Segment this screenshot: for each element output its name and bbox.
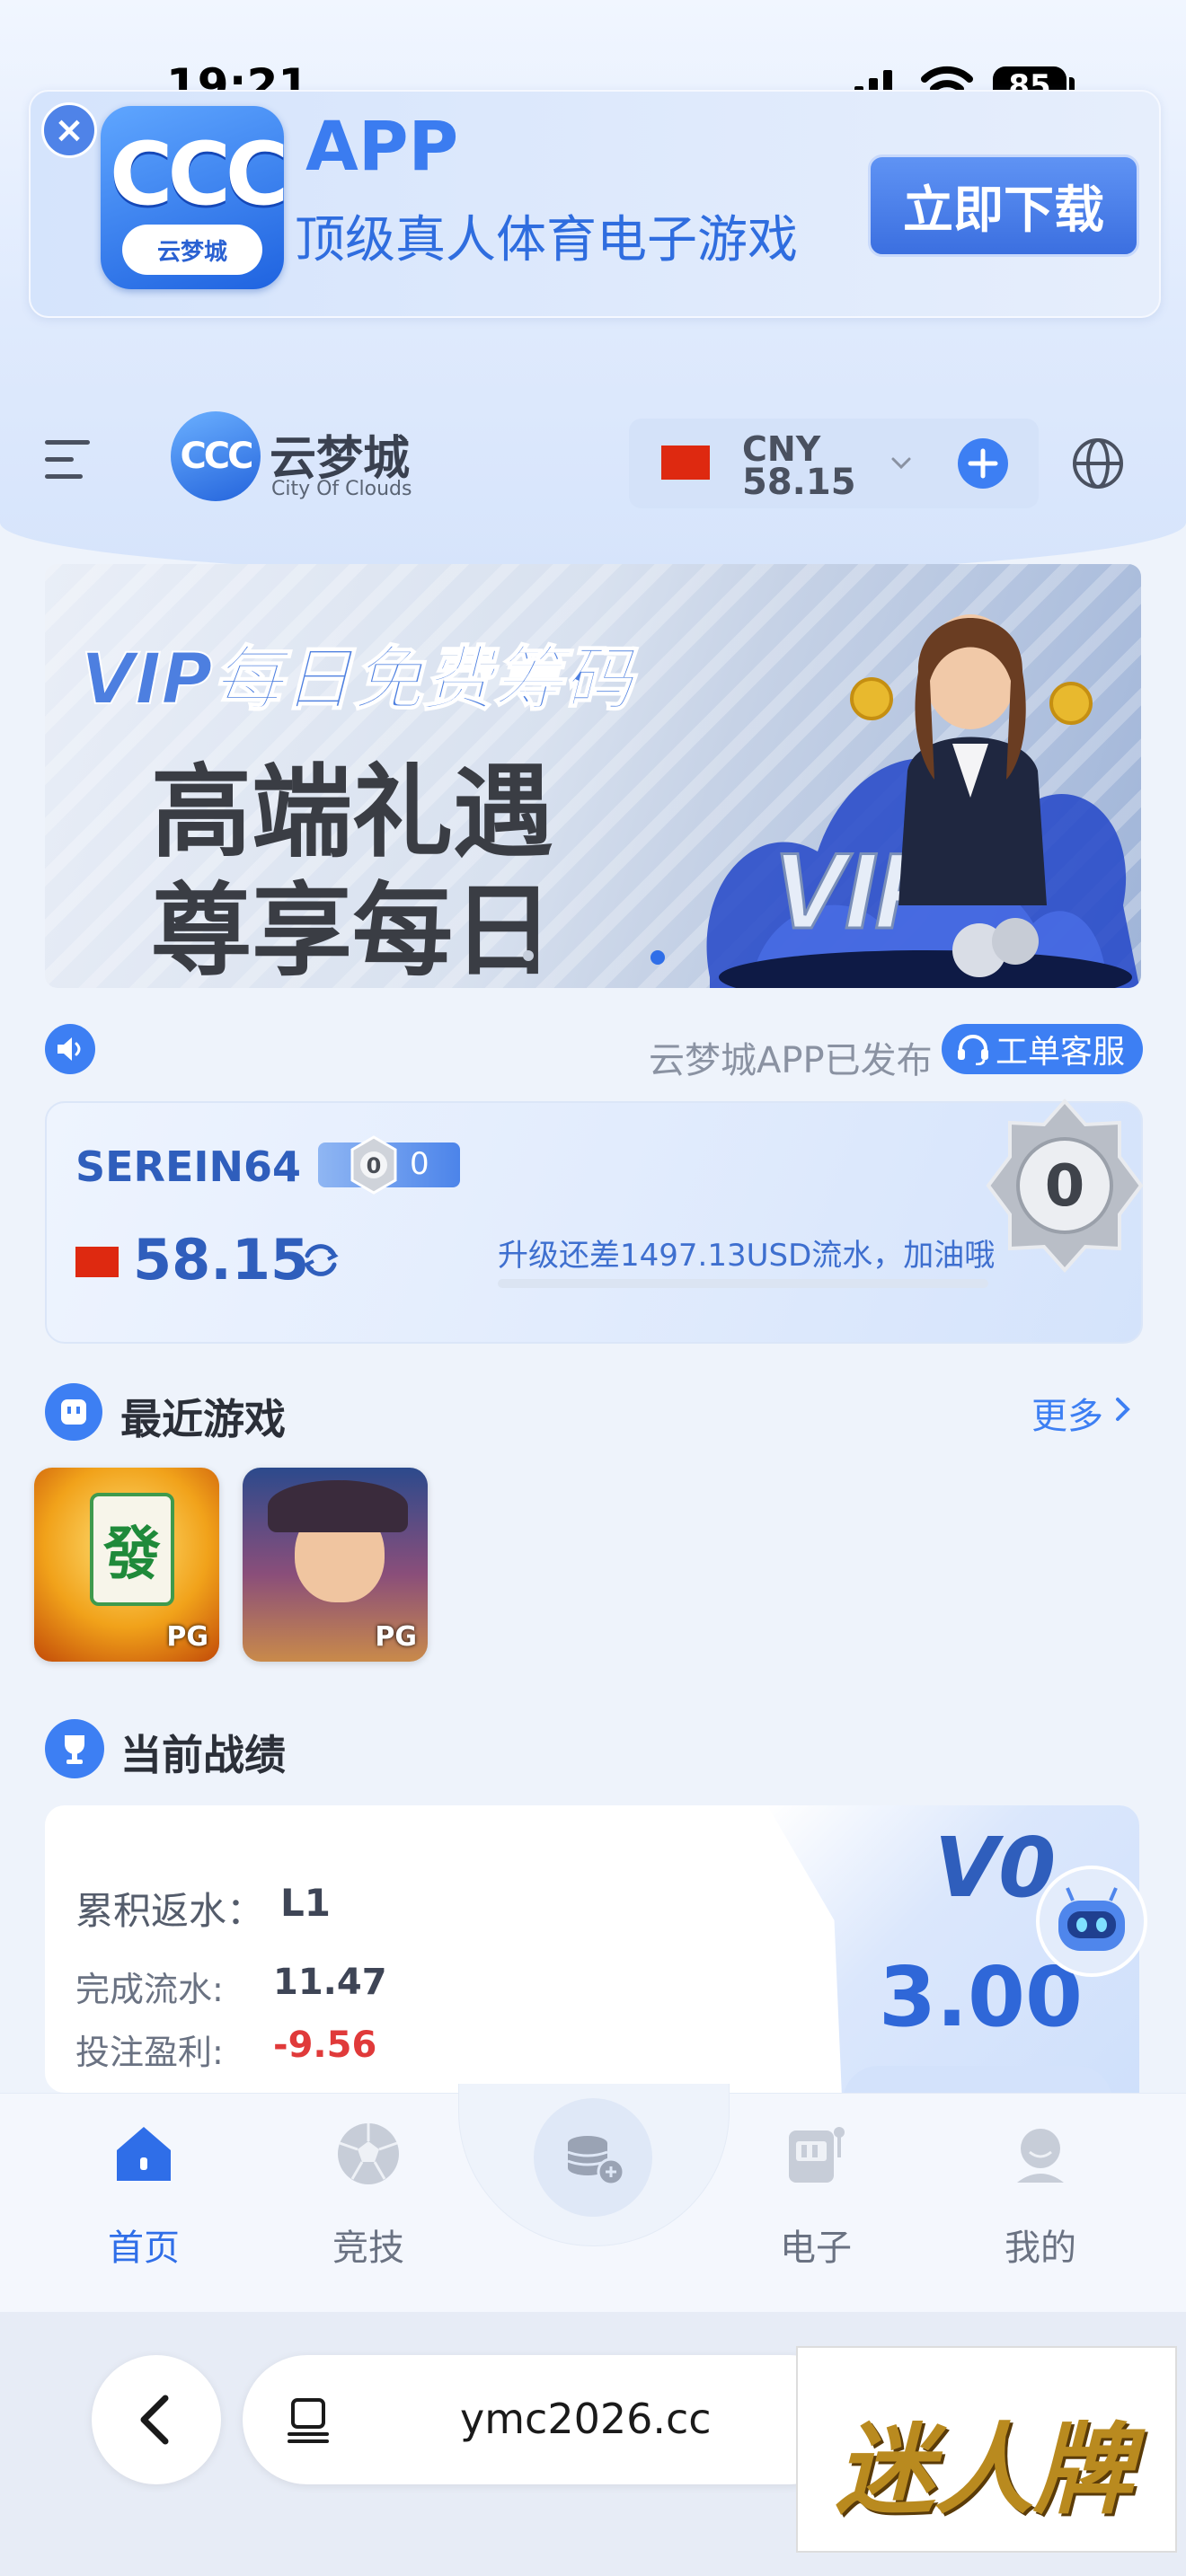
rebate-label: 累积返水：	[75, 1889, 265, 1933]
recent-games-title: 最近游戏	[120, 1395, 286, 1443]
game-tile-mahjong[interactable]: 發 PG	[34, 1468, 219, 1662]
close-icon[interactable]: ×	[41, 102, 97, 158]
flow-label: 完成流水:	[75, 1970, 224, 2009]
level-badge-icon: 0	[986, 1098, 1144, 1274]
upgrade-progress-track	[498, 1279, 988, 1288]
mahjong-tile-glyph: 發	[90, 1493, 174, 1606]
upgrade-hint: 升级还差1497.13USD流水，加油哦	[498, 1238, 996, 1274]
current-record-title: 当前战绩	[120, 1731, 286, 1779]
url-text: ymc2026.cc	[460, 2395, 712, 2443]
page-menu-icon[interactable]	[286, 2396, 331, 2443]
vip-badge-count: 0	[410, 1146, 429, 1182]
headset-icon	[958, 1035, 988, 1065]
promo-line-3: 尊享每日	[151, 873, 553, 988]
app-icon-subtitle: 云梦城	[122, 225, 262, 275]
level-value: 0	[1045, 1153, 1085, 1220]
china-flag-icon	[661, 446, 710, 480]
profit-label: 投注盈利:	[75, 2033, 224, 2072]
game-tile-pirate[interactable]: PG	[243, 1468, 428, 1662]
robot-assistant-icon[interactable]	[1033, 1865, 1150, 1978]
promo-banner[interactable]: VIP VIP每日免费筹码 高端礼遇 尊享每日	[45, 564, 1141, 988]
provider-label: PG	[375, 1621, 417, 1653]
logo-subtitle: City Of Clouds	[271, 478, 412, 500]
home-icon[interactable]	[108, 2118, 180, 2190]
currency-amount: 58.15	[742, 462, 856, 503]
rebate-value: L1	[280, 1881, 331, 1925]
chevron-left-icon	[140, 2395, 169, 2445]
tab-home[interactable]: 首页	[54, 2219, 234, 2271]
tab-sports[interactable]: 竞技	[279, 2219, 458, 2271]
refresh-icon[interactable]	[300, 1239, 341, 1281]
back-button[interactable]	[92, 2355, 221, 2484]
watermark-logo: 迷人牌	[836, 2413, 1132, 2527]
plus-icon[interactable]	[958, 438, 1008, 489]
user-card	[45, 1101, 1143, 1344]
chevron-down-icon[interactable]	[888, 449, 915, 476]
coins-icon	[567, 2136, 625, 2186]
china-flag-icon	[75, 1247, 119, 1277]
more-link[interactable]: 更多	[1031, 1387, 1103, 1439]
slot-machine-icon[interactable]	[780, 2118, 852, 2190]
vip-badge-level: 0	[367, 1153, 382, 1178]
pirate-hat	[268, 1480, 408, 1532]
promo-model-illustration	[850, 614, 1093, 905]
tab-center-button[interactable]	[534, 2098, 652, 2217]
flow-value: 11.47	[273, 1962, 387, 2003]
download-button[interactable]: 立即下载	[868, 154, 1139, 257]
profit-value: -9.56	[273, 2025, 377, 2066]
notice-marquee: 云梦城APP已发布	[649, 1040, 933, 1081]
speaker-icon	[45, 1024, 95, 1074]
tab-slots[interactable]: 电子	[726, 2219, 906, 2271]
soccer-ball-icon[interactable]	[332, 2118, 404, 2190]
tab-profile[interactable]: 我的	[951, 2219, 1130, 2271]
provider-label: PG	[166, 1621, 208, 1653]
trophy-icon	[45, 1719, 104, 1778]
username: SEREIN64	[75, 1142, 302, 1191]
chevron-right-icon[interactable]	[1111, 1394, 1134, 1425]
carousel-dot[interactable]	[523, 950, 534, 961]
app-icon-text: CCC	[110, 124, 288, 225]
globe-icon[interactable]	[1071, 437, 1125, 490]
app-icon: CCC 云梦城	[101, 106, 288, 289]
vip-badge-icon: 0	[350, 1135, 397, 1195]
promo-headline: VIP每日免费筹码	[80, 639, 634, 721]
balance-amount: 58.15	[133, 1227, 310, 1292]
logo-badge: CCC	[171, 411, 261, 501]
app-banner-title: APP	[305, 106, 459, 186]
app-banner-subtitle: 顶级真人体育电子游戏	[295, 211, 798, 269]
profile-icon[interactable]	[1005, 2118, 1076, 2190]
carousel-dot-active[interactable]	[651, 950, 665, 965]
game-controller-icon	[45, 1383, 102, 1441]
menu-icon[interactable]	[45, 438, 93, 481]
